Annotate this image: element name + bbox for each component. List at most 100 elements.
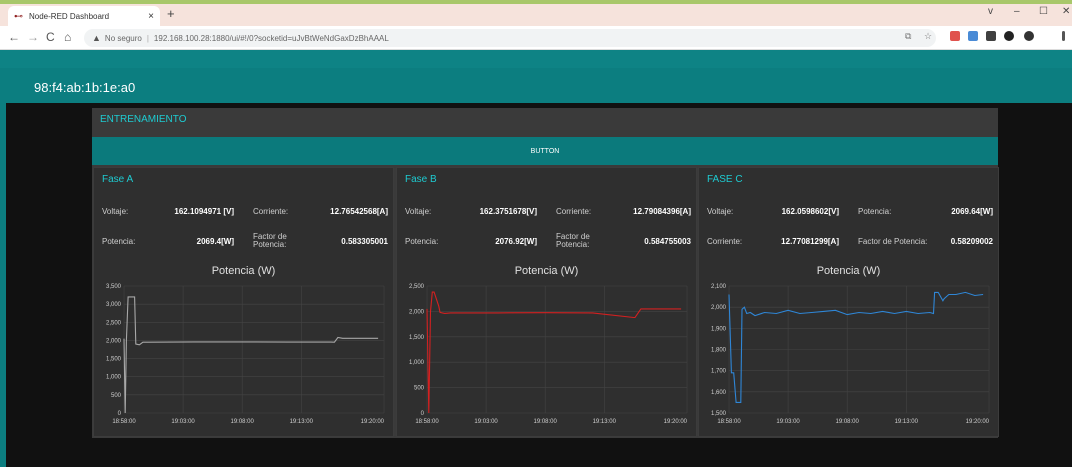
new-tab-button[interactable]: +: [167, 7, 175, 21]
panel-title: Fase B: [405, 174, 437, 185]
field-value: 2076.92[W]: [495, 237, 537, 246]
dashboard-header: 98:f4:ab:1b:1e:a0: [0, 68, 1072, 103]
series-line: [123, 296, 379, 414]
page-title: 98:f4:ab:1b:1e:a0: [34, 80, 136, 95]
action-button[interactable]: BUTTON: [92, 137, 998, 165]
panel-title: Fase A: [102, 174, 134, 185]
x-tick-label: 18:58:00: [415, 419, 439, 425]
x-tick-label: 19:20:00: [664, 419, 688, 425]
bookmark-star-icon[interactable]: ☆: [924, 31, 932, 42]
url-text: 192.168.100.28:1880/ui/#!/0?socketid=uJv…: [153, 33, 389, 43]
tab-title: Node-RED Dashboard: [29, 11, 110, 21]
y-tick-label: 1,500: [711, 411, 727, 417]
field-value: 0.58209002: [950, 237, 993, 246]
field-value: 12.79084396[A]: [633, 207, 691, 216]
power-line-chart: 0 500 1,000 1,500 2,000 2,500 3,000 3,500 18:58:…: [106, 284, 385, 425]
y-tick-label: 1,500: [106, 357, 122, 363]
y-tick-label: 1,600: [711, 390, 727, 396]
node-red-favicon-icon: ⊷: [14, 11, 23, 21]
chart-title: Potencia (W): [816, 265, 881, 277]
x-tick-label: 19:13:00: [895, 419, 919, 425]
dashboard-top-strip: [0, 50, 1072, 68]
close-tab-icon[interactable]: ×: [148, 11, 154, 22]
x-tick-label: 19:03:00: [171, 419, 195, 425]
power-line-chart: 0 500 1,000 1,500 2,000 2,500 18:58:00 19:03:00…: [409, 284, 688, 425]
close-window-icon[interactable]: ✕: [1062, 6, 1070, 17]
extension-icon[interactable]: [950, 31, 960, 41]
y-tick-label: 2,500: [106, 320, 122, 326]
y-tick-label: 0: [118, 411, 122, 417]
menu-kebab-icon[interactable]: [1062, 31, 1065, 41]
phase-panel: Fase B Voltaje: 162.3751678[V] Corriente: 12…: [396, 167, 697, 437]
y-tick-label: 0: [421, 411, 425, 417]
y-tick-label: 3,000: [106, 302, 122, 308]
address-bar[interactable]: ▲ No seguro | 192.168.100.28:1880/ui/#!/…: [84, 29, 936, 47]
left-edge-bar: [0, 68, 6, 467]
browser-tab[interactable]: ⊷ Node-RED Dashboard ×: [8, 6, 160, 26]
forward-icon[interactable]: →: [27, 31, 39, 43]
chart-grid: [426, 285, 688, 414]
back-icon[interactable]: ←: [8, 31, 20, 43]
x-tick-label: 19:08:00: [231, 419, 255, 425]
power-line-chart: 1,500 1,600 1,700 1,800 1,900 2,000 2,100 18:58…: [711, 284, 990, 425]
share-icon[interactable]: ⧉: [905, 31, 911, 42]
y-tick-label: 1,900: [711, 326, 727, 332]
field-label: Voltaje:: [707, 207, 734, 216]
field-value: 162.1094971 [V]: [174, 207, 234, 216]
x-tick-label: 19:08:00: [534, 419, 558, 425]
phase-panel: FASE C Voltaje: 162.0598602[V] Potencia: 206…: [698, 167, 999, 437]
chart-title: Potencia (W): [211, 265, 276, 277]
reload-icon[interactable]: C: [46, 31, 55, 43]
extension-icon[interactable]: [986, 31, 996, 41]
y-tick-label: 2,000: [106, 338, 122, 344]
maximize-icon[interactable]: ☐: [1039, 6, 1048, 17]
panel-title: FASE C: [707, 174, 743, 185]
field-label: Corriente:: [707, 237, 743, 246]
x-tick-label: 19:08:00: [836, 419, 860, 425]
profile-avatar-icon[interactable]: [1024, 31, 1034, 41]
address-toolbar: ← → C ⌂ ▲ No seguro | 192.168.100.28:188…: [0, 26, 1072, 50]
y-tick-label: 500: [111, 393, 122, 399]
security-label: No seguro: [104, 33, 142, 43]
field-label: Potencia:: [405, 237, 439, 246]
field-label: Voltaje:: [102, 207, 129, 216]
series-line: [426, 291, 682, 414]
extension-icon[interactable]: [968, 31, 978, 41]
y-tick-label: 1,700: [711, 369, 727, 375]
y-tick-label: 1,500: [409, 335, 425, 341]
field-value: 0.583305001: [341, 237, 388, 246]
home-icon[interactable]: ⌂: [64, 31, 71, 43]
y-tick-label: 2,000: [711, 305, 727, 311]
group-title: ENTRENAMIENTO: [100, 114, 187, 125]
x-tick-label: 19:03:00: [474, 419, 498, 425]
x-tick-label: 19:13:00: [290, 419, 314, 425]
field-value: 12.76542568[A]: [330, 207, 388, 216]
field-value: 12.77081299[A]: [781, 237, 839, 246]
x-tick-label: 18:58:00: [112, 419, 136, 425]
chart-title: Potencia (W): [514, 265, 579, 277]
field-value: 0.584755003: [644, 237, 691, 246]
x-tick-label: 19:20:00: [361, 419, 385, 425]
y-tick-label: 500: [414, 386, 425, 392]
y-tick-label: 1,000: [106, 375, 122, 381]
field-value: 2069.4[W]: [196, 237, 234, 246]
x-tick-label: 19:03:00: [776, 419, 800, 425]
field-label: Potencia:: [102, 237, 136, 246]
field-value: 162.0598602[V]: [781, 207, 839, 216]
x-tick-label: 19:20:00: [966, 419, 990, 425]
address-separator: |: [146, 33, 149, 43]
minimize-icon[interactable]: –: [1014, 6, 1020, 17]
tab-search-icon[interactable]: v: [988, 6, 993, 17]
chart-grid: [728, 285, 990, 414]
field-value: 162.3751678[V]: [479, 207, 537, 216]
chart-grid: [123, 285, 385, 414]
y-tick-label: 1,000: [409, 360, 425, 366]
phase-panel: Fase A Voltaje: 162.1094971 [V] Corriente: 1…: [93, 167, 394, 437]
browser-tab-bar: ⊷ Node-RED Dashboard × + v – ☐ ✕: [0, 0, 1072, 26]
field-value: 2069.64[W]: [951, 207, 993, 216]
y-tick-label: 1,800: [711, 348, 727, 354]
series-line: [728, 291, 984, 403]
y-tick-label: 2,500: [409, 284, 425, 290]
puzzle-extensions-icon[interactable]: [1004, 31, 1014, 41]
field-label: Voltaje:: [405, 207, 432, 216]
